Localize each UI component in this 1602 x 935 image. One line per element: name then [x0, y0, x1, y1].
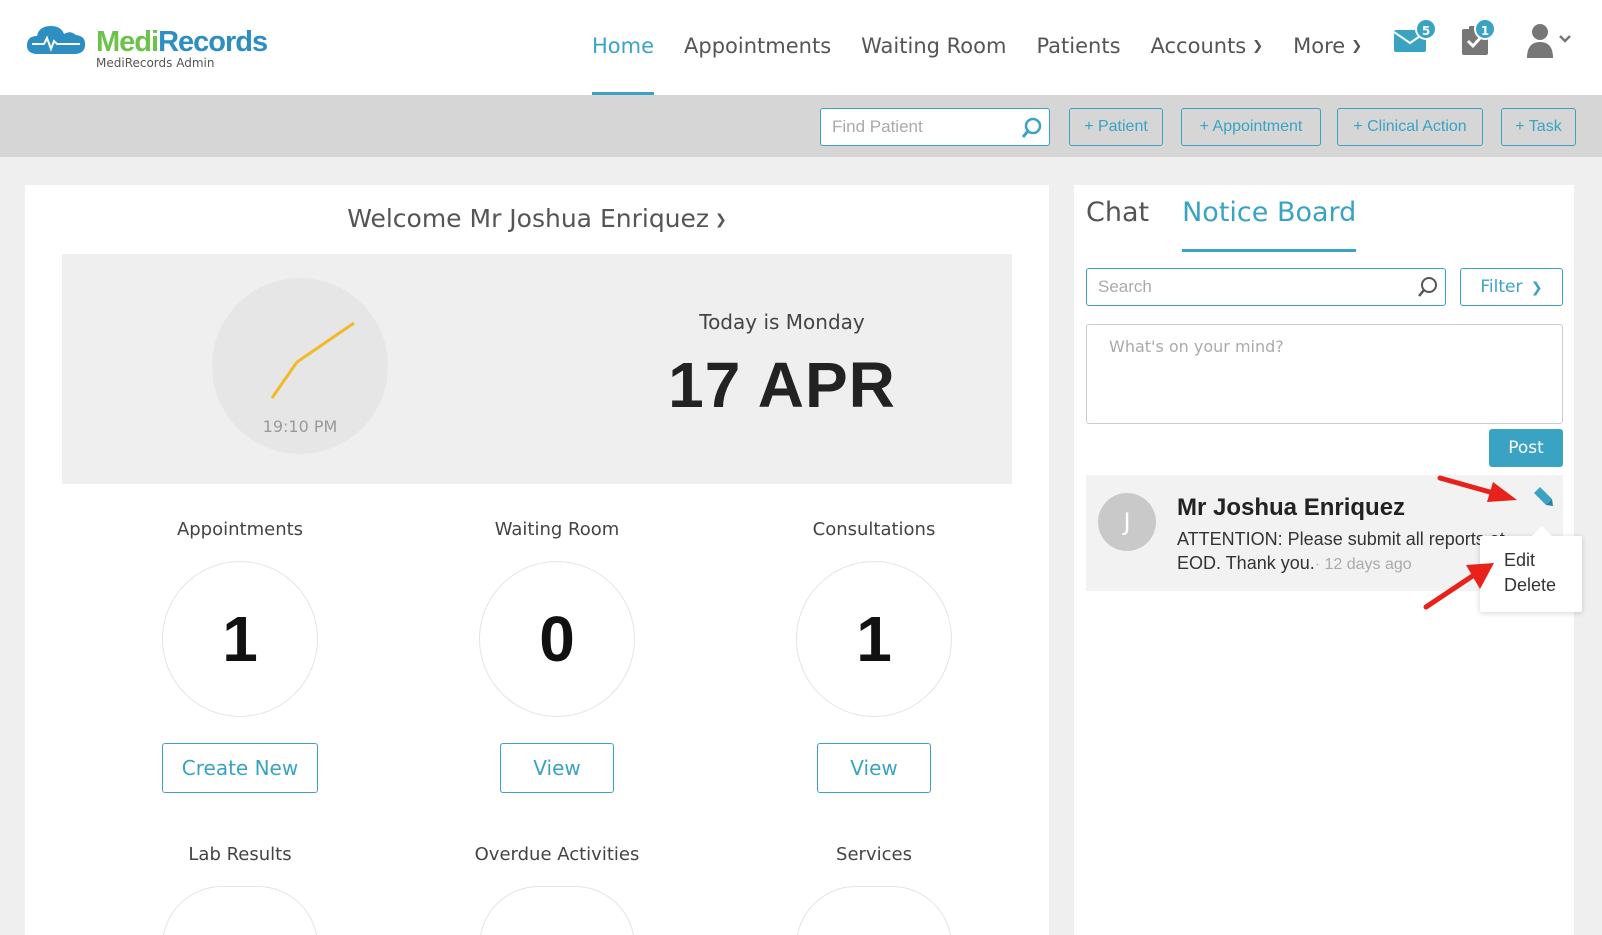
tab-chat[interactable]: Chat: [1086, 185, 1149, 253]
view-waiting-room-button[interactable]: View: [500, 743, 614, 793]
lab-results-stat: Lab Results: [130, 844, 350, 935]
tasks-badge: 1: [1474, 18, 1496, 40]
waiting-room-stat: Waiting Room 0 View: [447, 519, 667, 793]
logo-text: MediRecords: [96, 26, 268, 58]
stat-label: Lab Results: [188, 844, 292, 865]
find-patient-input[interactable]: [821, 109, 1011, 145]
nav-more[interactable]: More ❯: [1293, 0, 1362, 95]
user-menu-button[interactable]: [1526, 22, 1582, 62]
services-stat: Services: [764, 844, 984, 935]
add-patient-button[interactable]: + Patient: [1069, 108, 1163, 146]
create-new-appointment-button[interactable]: Create New: [161, 743, 319, 793]
chevron-down-icon: ❯: [1526, 280, 1543, 296]
analog-clock: 19:10 PM: [212, 278, 388, 454]
nav-waiting-room[interactable]: Waiting Room: [861, 0, 1006, 95]
tab-notice-board[interactable]: Notice Board: [1182, 185, 1357, 253]
messages-badge: 5: [1415, 18, 1437, 40]
find-patient-field[interactable]: [820, 108, 1050, 146]
nav-patients[interactable]: Patients: [1036, 0, 1120, 95]
date-display: 17 APR: [668, 349, 896, 421]
add-clinical-action-button[interactable]: + Clinical Action: [1337, 108, 1483, 146]
nav-home[interactable]: Home: [592, 0, 655, 95]
notice-search-input[interactable]: [1087, 269, 1407, 305]
appointments-stat: Appointments 1 Create New: [130, 519, 350, 793]
nav-accounts[interactable]: Accounts ❯: [1151, 0, 1264, 95]
overdue-activities-stat: Overdue Activities: [447, 844, 667, 935]
tasks-button[interactable]: 1: [1460, 18, 1496, 60]
consultations-stat: Consultations 1 View: [764, 519, 984, 793]
notice-search-field[interactable]: [1086, 268, 1446, 306]
stat-label: Appointments: [176, 519, 304, 540]
clock-time: 19:10 PM: [262, 417, 338, 436]
nav-appointments[interactable]: Appointments: [684, 0, 831, 95]
top-header: MediRecords MediRecords Admin Home Appoi…: [0, 0, 1602, 95]
filter-button[interactable]: Filter ❯: [1460, 268, 1563, 306]
action-toolbar: + Patient + Appointment + Clinical Actio…: [0, 95, 1602, 157]
logo[interactable]: MediRecords MediRecords Admin: [24, 22, 284, 72]
pencil-icon[interactable]: [1530, 485, 1554, 509]
messages-button[interactable]: 5: [1393, 18, 1437, 58]
dashboard-card: Welcome Mr Joshua Enriquez ❯ 19:10 PM Tod…: [25, 185, 1049, 935]
welcome-dropdown[interactable]: Welcome Mr Joshua Enriquez ❯: [25, 204, 1049, 233]
notice-author: Mr Joshua Enriquez: [1177, 494, 1406, 521]
stat-circle: [796, 886, 952, 935]
logo-subtitle: MediRecords Admin: [96, 56, 215, 70]
stat-label: Services: [836, 844, 912, 865]
chevron-down-icon: ❯: [1351, 39, 1363, 54]
stat-label: Overdue Activities: [474, 844, 640, 865]
notice-time: · 12 days ago: [1314, 556, 1412, 573]
chevron-down-icon: ❯: [715, 212, 727, 228]
stat-circle: [479, 886, 635, 935]
stat-label: Waiting Room: [494, 519, 620, 540]
today-label: Today is Monday: [699, 310, 865, 334]
add-task-button[interactable]: + Task: [1501, 108, 1576, 146]
chevron-down-icon: ❯: [1252, 39, 1264, 54]
post-button[interactable]: Post: [1489, 429, 1563, 467]
stat-label: Consultations: [812, 519, 936, 540]
stat-value: 1: [796, 561, 952, 717]
stat-value: 0: [479, 561, 635, 717]
red-arrow-icon: [1423, 563, 1494, 610]
post-textarea[interactable]: [1086, 324, 1563, 424]
stat-circle: [162, 886, 318, 935]
side-tabs: Chat Notice Board: [1086, 185, 1389, 253]
user-icon: [1527, 24, 1571, 58]
add-appointment-button[interactable]: + Appointment: [1181, 108, 1321, 146]
avatar: J: [1098, 493, 1156, 551]
view-consultations-button[interactable]: View: [817, 743, 931, 793]
red-arrow-icon: [1437, 475, 1517, 502]
main-nav: Home Appointments Waiting Room Patients …: [592, 0, 1392, 95]
search-icon[interactable]: [1021, 117, 1043, 139]
search-icon[interactable]: [1417, 276, 1439, 298]
clock-panel: 19:10 PM Today is Monday 17 APR: [62, 254, 1012, 484]
cloud-logo-icon: [26, 26, 86, 54]
stat-value: 1: [162, 561, 318, 717]
